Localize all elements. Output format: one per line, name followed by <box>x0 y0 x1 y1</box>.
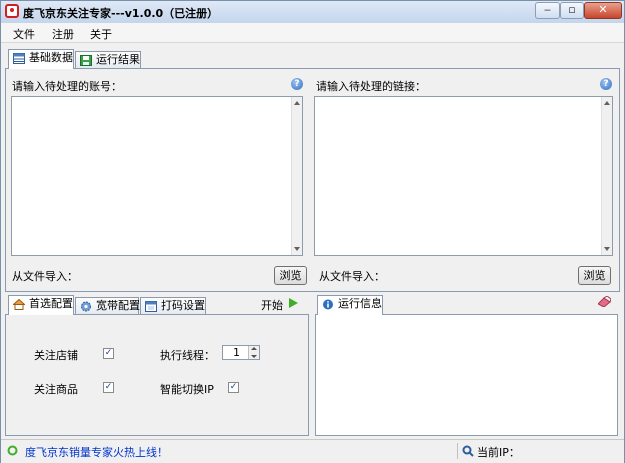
table-icon <box>13 53 25 64</box>
links-scrollbar[interactable] <box>601 97 612 255</box>
eraser-icon[interactable] <box>598 296 611 307</box>
follow-store-label: 关注店铺 <box>34 349 78 362</box>
tab-basic-data[interactable]: 基础数据 <box>8 49 74 69</box>
ip-label: 当前IP： <box>477 446 520 459</box>
smart-ip-label: 智能切换IP <box>160 383 214 396</box>
links-textarea[interactable] <box>314 96 613 256</box>
follow-store-checkbox[interactable]: ✓ <box>103 348 114 359</box>
tab-run-info-label: 运行信息 <box>338 297 382 310</box>
accounts-textarea[interactable] <box>11 96 303 256</box>
save-icon <box>80 55 92 66</box>
app-window: 度飞京东关注专家---v1.0.0（已注册） ‒ ▫ ✕ 文件 注册 关于 基础… <box>0 0 625 463</box>
links-label: 请输入待处理的链接： <box>316 80 426 93</box>
tab-preferences-label: 首选配置 <box>29 297 73 310</box>
info-icon <box>323 299 333 310</box>
status-bar: 度飞京东销量专家火热上线！ 当前IP： <box>1 439 624 463</box>
threads-stepper[interactable]: 1 <box>222 345 260 360</box>
tab-run-results-label: 运行结果 <box>96 53 140 66</box>
smart-ip-checkbox[interactable]: ✓ <box>228 382 239 393</box>
accounts-help-icon[interactable]: ? <box>291 78 303 90</box>
preferences-panel: 关注店铺 ✓ 关注商品 ✓ 执行线程： 1 智能切换IP ✓ <box>5 314 309 436</box>
menu-bar: 文件 注册 关于 <box>1 23 624 43</box>
import-label-right: 从文件导入： <box>319 270 385 283</box>
browse-button-right[interactable]: 浏览 <box>578 266 611 285</box>
tab-bandwidth[interactable]: 宽带配置 <box>75 297 140 315</box>
minimize-button[interactable]: ‒ <box>535 2 560 19</box>
status-circle-icon <box>7 445 18 456</box>
tab-captcha-label: 打码设置 <box>161 299 205 312</box>
start-label[interactable]: 开始 <box>261 297 283 313</box>
status-message[interactable]: 度飞京东销量专家火热上线！ <box>25 444 168 460</box>
accounts-label: 请输入待处理的账号： <box>12 80 122 93</box>
tab-basic-data-label: 基础数据 <box>29 51 73 64</box>
tab-captcha[interactable]: 打码设置 <box>140 297 206 315</box>
follow-product-checkbox[interactable]: ✓ <box>103 382 114 393</box>
accounts-scrollbar[interactable] <box>291 97 302 255</box>
import-label-left: 从文件导入： <box>12 270 78 283</box>
threads-spin-buttons[interactable] <box>248 346 259 359</box>
basic-data-panel: 请输入待处理的账号： ? 请输入待处理的链接： ? 从文件导入： 浏览 从文件导… <box>5 68 620 292</box>
app-logo-icon <box>5 4 19 18</box>
search-icon <box>462 445 474 457</box>
browse-button-left[interactable]: 浏览 <box>274 266 307 285</box>
tab-run-results[interactable]: 运行结果 <box>75 51 141 69</box>
run-info-panel <box>315 314 618 436</box>
menu-about[interactable]: 关于 <box>90 26 112 42</box>
menu-file[interactable]: 文件 <box>13 26 35 42</box>
follow-product-label: 关注商品 <box>34 383 78 396</box>
title-bar: 度飞京东关注专家---v1.0.0（已注册） ‒ ▫ ✕ <box>1 1 624 23</box>
threads-value: 1 <box>233 346 240 359</box>
restore-button[interactable]: ▫ <box>560 2 584 19</box>
gear-icon <box>81 301 91 312</box>
threads-label: 执行线程： <box>160 349 215 362</box>
tab-preferences[interactable]: 首选配置 <box>8 295 74 315</box>
tab-run-info[interactable]: 运行信息 <box>317 295 383 315</box>
tab-bandwidth-label: 宽带配置 <box>96 299 140 312</box>
links-help-icon[interactable]: ? <box>600 78 612 90</box>
window-title: 度飞京东关注专家---v1.0.0（已注册） <box>23 7 219 20</box>
home-icon <box>13 299 25 310</box>
start-arrow-icon[interactable] <box>289 298 298 308</box>
close-button[interactable]: ✕ <box>584 2 622 19</box>
menu-register[interactable]: 注册 <box>52 26 74 42</box>
window-icon <box>145 301 157 312</box>
